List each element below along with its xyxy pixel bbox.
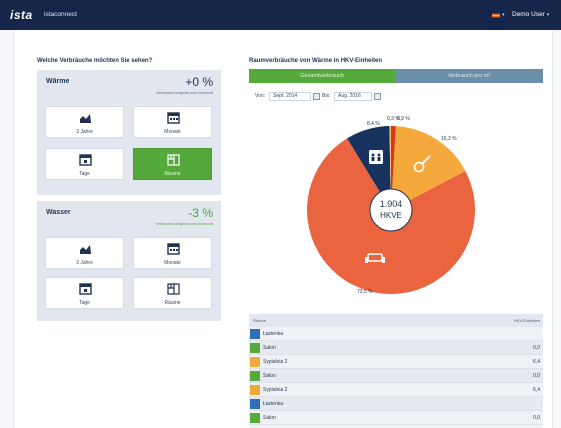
table-row[interactable]: Łazienka — [249, 397, 543, 411]
tile-label: 3 Jahre — [76, 260, 93, 266]
room-name: Salon — [263, 345, 276, 351]
water-tile-days[interactable]: Tage — [45, 277, 124, 309]
room-name: Łazienka — [263, 401, 284, 407]
heat-tile-3-years[interactable]: 3 Jahre — [45, 106, 124, 138]
room-color-icon — [250, 371, 260, 381]
room-value: 0,0 — [533, 373, 540, 379]
room-value: 6,4 — [533, 387, 540, 393]
room-color-icon — [250, 413, 260, 423]
chart-icon — [80, 245, 91, 254]
tile-label: Räume — [164, 171, 181, 177]
ista-logo[interactable]: ista — [10, 8, 33, 22]
water-change-subtitle: Verbrauchs-Vergleich zum Vormonat — [156, 222, 213, 226]
room-color-icon — [250, 357, 260, 367]
rooms-icon — [167, 154, 180, 166]
pie-center-unit: HKVE — [380, 211, 402, 220]
room-color-icon — [250, 343, 260, 353]
table-row[interactable]: Salon 0,0 — [249, 341, 543, 355]
calendar-month-icon — [167, 243, 180, 255]
chart-icon — [80, 114, 91, 123]
to-calendar-icon[interactable] — [374, 93, 381, 100]
left-heading: Welche Verbräuche möchten Sie sehen? — [37, 58, 153, 64]
water-panel: Wasser -3 % Verbrauchs-Vergleich zum Vor… — [37, 201, 221, 321]
water-title: Wasser — [46, 209, 71, 216]
tile-label: Tage — [79, 171, 90, 177]
room-name: Łazienka — [263, 331, 284, 337]
table-row[interactable]: Sypialnia 2 6,4 — [249, 383, 543, 397]
tile-label: 3 Jahre — [76, 129, 93, 135]
header-units: HKV-Einheiten — [513, 318, 540, 323]
room-color-icon — [250, 385, 260, 395]
app-name: istaconnect — [44, 11, 77, 18]
heat-title: Wärme — [46, 78, 70, 85]
pie-label-kitchen: 16,3 % — [441, 136, 457, 142]
water-tile-rooms[interactable]: Räume — [133, 277, 212, 309]
from-date-field[interactable]: Sept. 2014 — [269, 92, 311, 101]
room-name: Salon — [263, 415, 276, 421]
bathroom-icon — [369, 150, 383, 164]
table-row[interactable]: Salon 0,0 — [249, 369, 543, 383]
header-rooms: Räume — [253, 318, 266, 323]
user-name: Demo User — [512, 11, 545, 18]
water-change-value: -3 % — [188, 206, 213, 220]
table-row[interactable]: Łazienka — [249, 327, 543, 341]
right-heading: Raumverbräuche von Wärme in HKV-Einheite… — [249, 58, 383, 64]
pie-center-circle — [369, 188, 413, 232]
to-date-field[interactable]: Aug. 2016 — [334, 92, 372, 101]
room-value: 0,0 — [533, 415, 540, 421]
room-consumption-pie-chart: 1.904 HKVE — [307, 126, 475, 294]
tile-label: Monate — [164, 260, 181, 266]
room-name: Salon — [263, 373, 276, 379]
table-row[interactable]: Sypialnia 2 6,4 — [249, 355, 543, 369]
tile-label: Tage — [79, 300, 90, 306]
pie-label-small-2: 0,9 % — [397, 116, 410, 122]
heat-tile-months[interactable]: Monate — [133, 106, 212, 138]
pie-label-living: 73,5 % — [357, 289, 373, 295]
from-calendar-icon[interactable] — [313, 93, 320, 100]
table-row[interactable]: Salon 0,0 — [249, 411, 543, 425]
table-header: Räume HKV-Einheiten — [249, 314, 543, 327]
left-gutter — [0, 30, 14, 428]
heat-change-value: +0 % — [185, 75, 213, 89]
rooms-icon — [167, 283, 180, 295]
room-name: Sypialnia 2 — [263, 359, 288, 365]
language-flag-icon[interactable] — [492, 13, 500, 18]
pie-center-value: 1.904 — [380, 199, 403, 209]
language-caret-icon[interactable]: ▾ — [502, 12, 505, 18]
tile-label: Monate — [164, 129, 181, 135]
to-label: Bis: — [322, 93, 331, 99]
tile-label: Räume — [164, 300, 181, 306]
right-gutter — [552, 30, 561, 428]
water-tile-months[interactable]: Monate — [133, 237, 212, 269]
calendar-day-icon — [79, 283, 92, 295]
from-label: Von: — [255, 93, 266, 99]
heat-tile-days[interactable]: Tage — [45, 148, 124, 180]
calendar-month-icon — [167, 112, 180, 124]
room-value: 0,0 — [533, 345, 540, 351]
pie-label-bathroom: 8,4 % — [367, 121, 380, 127]
tab-total-consumption[interactable]: Gesamtverbrauch — [249, 69, 395, 83]
heat-change-subtitle: Verbrauchs-Vergleich zum Vormonat — [156, 91, 213, 95]
heat-panel: Wärme +0 % Verbrauchs-Vergleich zum Vorm… — [37, 70, 221, 195]
user-caret-icon: ▾ — [546, 12, 550, 18]
room-table: Räume HKV-Einheiten Łazienka Salon 0,0 Sypi… — [249, 314, 543, 428]
room-name: Sypialnia 2 — [263, 387, 288, 393]
calendar-day-icon — [79, 154, 92, 166]
room-color-icon — [250, 329, 260, 339]
heat-tile-rooms[interactable]: Räume — [133, 148, 212, 180]
consumption-tabs: Gesamtverbrauch Verbrauch pro m² — [249, 69, 543, 83]
tab-consumption-per-sqm[interactable]: Verbrauch pro m² — [395, 69, 543, 83]
room-value: 6,4 — [533, 359, 540, 365]
top-bar: ista istaconnect ▾ Demo User ▾ — [0, 0, 561, 30]
water-tile-3-years[interactable]: 3 Jahre — [45, 237, 124, 269]
room-color-icon — [250, 399, 260, 409]
user-menu[interactable]: Demo User ▾ — [512, 11, 549, 18]
